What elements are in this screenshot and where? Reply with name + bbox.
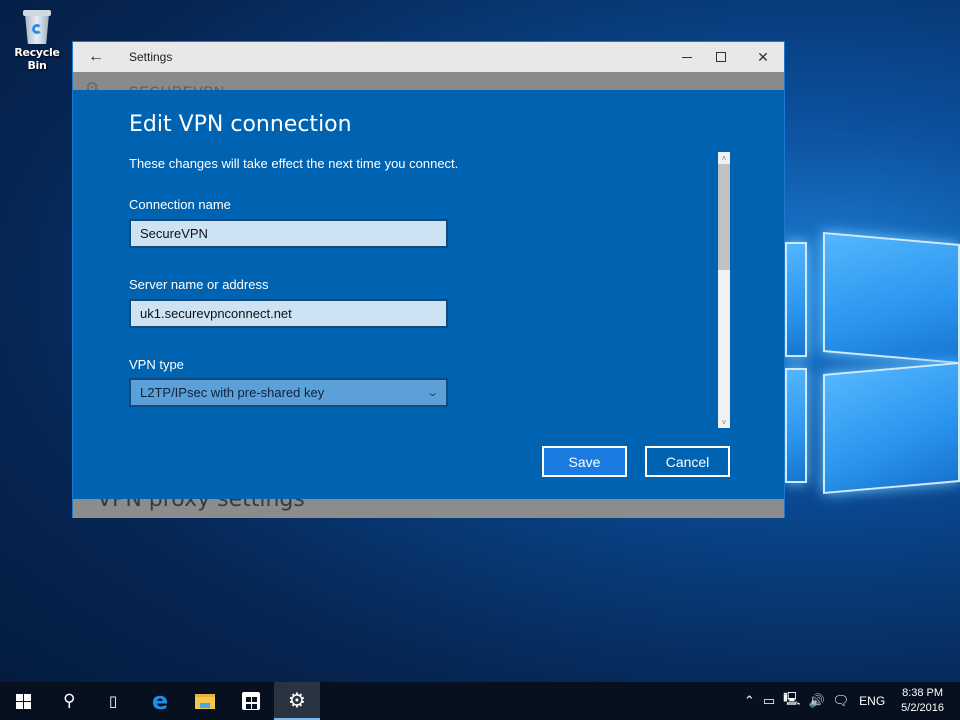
vpn-proxy-settings-heading: VPN proxy settings: [97, 499, 305, 512]
cancel-button[interactable]: Cancel: [645, 446, 730, 477]
clock-date: 5/2/2016: [901, 702, 944, 714]
dialog-subtitle: These changes will take effect the next …: [129, 156, 459, 171]
settings-taskbar-button[interactable]: ⚙: [274, 682, 320, 720]
task-view-button[interactable]: ▯: [90, 682, 136, 720]
vpn-type-label: VPN type: [129, 357, 184, 372]
search-icon: ⚲: [62, 691, 76, 710]
wallpaper-pane: [785, 368, 807, 483]
server-address-input[interactable]: uk1.securevpnconnect.net: [129, 299, 448, 328]
search-button[interactable]: ⚲: [46, 682, 92, 720]
back-button[interactable]: ←: [83, 46, 109, 68]
settings-window: ← Settings ✕ ⚙ SECUREVPN Edit VPN connec…: [72, 41, 785, 518]
background-page-title: SECUREVPN: [129, 83, 225, 90]
gear-icon: ⚙: [288, 689, 306, 712]
wallpaper-pane: [823, 232, 960, 364]
save-button[interactable]: Save: [542, 446, 627, 477]
task-view-icon: ▯: [108, 693, 118, 710]
edge-taskbar-button[interactable]: e: [137, 682, 183, 720]
recycle-bin-icon: [22, 8, 52, 44]
start-button[interactable]: [0, 682, 46, 720]
show-hidden-icons-chevron-icon[interactable]: ⌃: [744, 693, 755, 709]
scroll-thumb[interactable]: [718, 164, 730, 270]
close-icon: ✕: [757, 48, 769, 65]
background-page-footer: VPN proxy settings: [73, 499, 784, 518]
minimize-icon: [682, 56, 692, 58]
clock-time: 8:38 PM: [902, 687, 944, 699]
input-language-indicator[interactable]: ENG: [859, 694, 885, 708]
maximize-icon: [716, 52, 726, 62]
windows-logo-icon: [15, 693, 31, 709]
edge-icon: e: [151, 687, 169, 715]
network-icon[interactable]: 🖳: [783, 690, 800, 712]
chevron-down-icon: ⌄: [425, 387, 439, 399]
desktop-icon-recycle-bin[interactable]: Recycle Bin: [4, 8, 70, 72]
dialog-title: Edit VPN connection: [129, 112, 352, 137]
scroll-up-arrow-icon[interactable]: ˄: [718, 152, 730, 164]
maximize-button[interactable]: [699, 42, 743, 72]
power-battery-icon[interactable]: ▭: [763, 693, 775, 709]
wallpaper-pane: [785, 242, 807, 357]
store-taskbar-button[interactable]: [228, 682, 274, 720]
back-arrow-icon: ←: [88, 48, 104, 65]
scroll-down-arrow-icon[interactable]: ˅: [718, 416, 730, 428]
store-icon: [242, 692, 260, 710]
wallpaper-pane: [823, 362, 960, 494]
background-page-header: ⚙ SECUREVPN: [73, 72, 784, 90]
server-address-label: Server name or address: [129, 277, 269, 292]
file-explorer-taskbar-button[interactable]: [182, 682, 228, 720]
wallpaper-windows-logo: [785, 200, 960, 500]
vpn-type-selected: L2TP/IPsec with pre-shared key: [140, 385, 325, 400]
dialog-scrollbar[interactable]: ˄ ˅: [718, 152, 730, 428]
action-center-icon[interactable]: 🗨: [833, 693, 850, 709]
window-title: Settings: [129, 50, 173, 64]
desktop-icon-label: Recycle Bin: [14, 46, 60, 72]
clock[interactable]: 8:38 PM 5/2/2016: [901, 686, 944, 716]
vpn-type-dropdown[interactable]: L2TP/IPsec with pre-shared key ⌄: [129, 378, 448, 407]
close-button[interactable]: ✕: [741, 42, 785, 72]
volume-icon[interactable]: 🔊: [808, 693, 824, 709]
connection-name-label: Connection name: [129, 197, 231, 212]
system-tray: ⌃ ▭ 🖳 🔊 🗨 ENG 8:38 PM 5/2/2016: [740, 682, 960, 720]
taskbar: ⚲ ▯ e ⚙ ⌃ ▭ 🖳 🔊 🗨 ENG 8:38 PM 5/2/2016: [0, 682, 960, 720]
title-bar: ← Settings ✕: [73, 42, 784, 72]
connection-name-input[interactable]: SecureVPN: [129, 219, 448, 248]
edit-vpn-dialog: Edit VPN connection These changes will t…: [73, 90, 784, 499]
gear-icon: ⚙: [85, 80, 100, 90]
folder-icon: [195, 693, 215, 709]
